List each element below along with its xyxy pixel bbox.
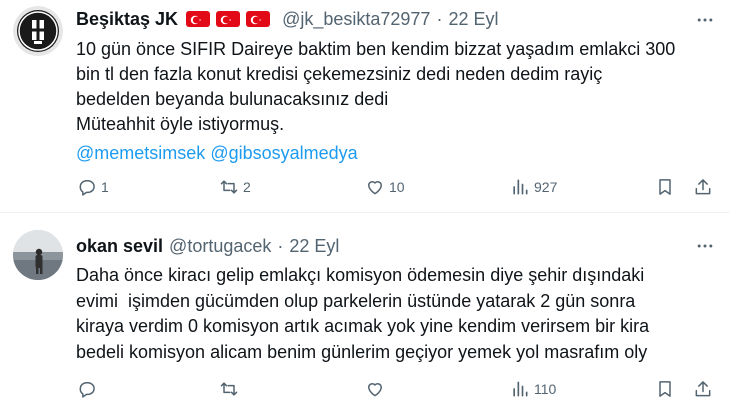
- like-button[interactable]: 10: [365, 175, 405, 199]
- heart-icon: [368, 181, 382, 195]
- view-count: 110: [534, 381, 557, 397]
- separator-dot: ·: [436, 9, 443, 29]
- more-icon: [697, 18, 713, 22]
- profile-photo-icon: [13, 230, 63, 280]
- like-count: 10: [389, 179, 405, 195]
- tweet-text: 10 gün önce SIFIR Daireye baktim ben ken…: [76, 37, 716, 166]
- turkey-flag-icon: [186, 11, 211, 27]
- views-button[interactable]: 927: [510, 175, 557, 199]
- reply-count: 1: [101, 179, 109, 195]
- turkey-flag-icon: [216, 11, 241, 27]
- like-button[interactable]: [365, 377, 389, 401]
- tweet[interactable]: Beşiktaş JK @jk_besikta72977 · 22 Eyl 10…: [0, 0, 730, 213]
- reply-button[interactable]: 1: [77, 175, 109, 199]
- retweet-icon: [220, 382, 238, 396]
- tweet-text-line: kiraya verdim 0 komisyon artık acımak yo…: [76, 316, 650, 336]
- flag-emojis: [186, 11, 271, 27]
- tweet-text-line: 10 gün önce SIFIR Daireye baktim ben ken…: [76, 39, 676, 59]
- share-button[interactable]: [693, 175, 713, 199]
- mentions: @memetsimsek @gibsosyalmedya: [76, 141, 716, 166]
- tweet-date[interactable]: 22 Eyl: [289, 235, 339, 257]
- separator-dot: ·: [277, 236, 284, 256]
- bookmark-button[interactable]: [655, 377, 675, 401]
- tweet[interactable]: okan sevil @tortugacek · 22 Eyl Daha önc…: [0, 214, 730, 420]
- mention-link[interactable]: @memetsimsek: [76, 143, 205, 163]
- reply-button[interactable]: [77, 377, 101, 401]
- retweet-button[interactable]: 2: [219, 175, 251, 199]
- views-chart-icon: [513, 179, 528, 195]
- tweet-header: okan sevil @tortugacek · 22 Eyl: [76, 235, 339, 257]
- tweet-header: Beşiktaş JK @jk_besikta72977 · 22 Eyl: [76, 8, 498, 30]
- bookmark-icon: [659, 381, 671, 397]
- tweet-text-line: bin tl den fazla konut kredisi çekemezsi…: [76, 64, 603, 84]
- view-count: 927: [534, 179, 558, 195]
- avatar[interactable]: [13, 6, 63, 56]
- retweet-button[interactable]: [219, 377, 243, 401]
- tweet-text: Daha önce kiracı gelip emlakçı komisyon …: [76, 263, 716, 365]
- tweet-text-line: bedelden beyanda bulunacaksınız dedi: [76, 89, 389, 109]
- tweet-text-line: Müteahhit öyle istiyormuş.: [76, 114, 285, 134]
- more-options-button[interactable]: [694, 235, 716, 257]
- display-name[interactable]: okan sevil: [76, 235, 163, 257]
- tweet-text-line: bedeli komisyon alicam benim günlerim ge…: [76, 341, 648, 362]
- user-handle[interactable]: @tortugacek: [169, 235, 271, 257]
- turkey-flag-icon: [246, 11, 271, 27]
- tweet-actions: 110: [0, 377, 730, 401]
- heart-icon: [368, 383, 382, 397]
- reply-icon: [79, 180, 95, 196]
- tweet-text-line: Daha önce kiracı gelip emlakçı komisyon …: [76, 265, 645, 285]
- views-chart-icon: [513, 381, 528, 397]
- bookmark-button[interactable]: [655, 175, 675, 199]
- share-button[interactable]: [693, 377, 713, 401]
- user-handle[interactable]: @jk_besikta72977: [282, 8, 430, 30]
- avatar[interactable]: [13, 230, 63, 280]
- tweet-text-line: evimi işimden gücümden olup parkelerin ü…: [76, 290, 636, 311]
- besiktas-logo-icon: [13, 6, 63, 56]
- reply-icon: [79, 382, 95, 398]
- retweet-icon: [220, 180, 238, 194]
- mention-link[interactable]: @gibsosyalmedya: [210, 143, 357, 163]
- tweet-actions: 1 2 10 927: [0, 175, 730, 199]
- display-name[interactable]: Beşiktaş JK: [76, 8, 178, 30]
- tweet-date[interactable]: 22 Eyl: [448, 8, 498, 30]
- share-icon: [695, 381, 711, 397]
- more-options-button[interactable]: [694, 9, 716, 31]
- bookmark-icon: [659, 179, 671, 195]
- views-button[interactable]: 110: [510, 377, 556, 401]
- retweet-count: 2: [243, 179, 251, 195]
- share-icon: [695, 179, 711, 195]
- more-icon: [697, 244, 713, 248]
